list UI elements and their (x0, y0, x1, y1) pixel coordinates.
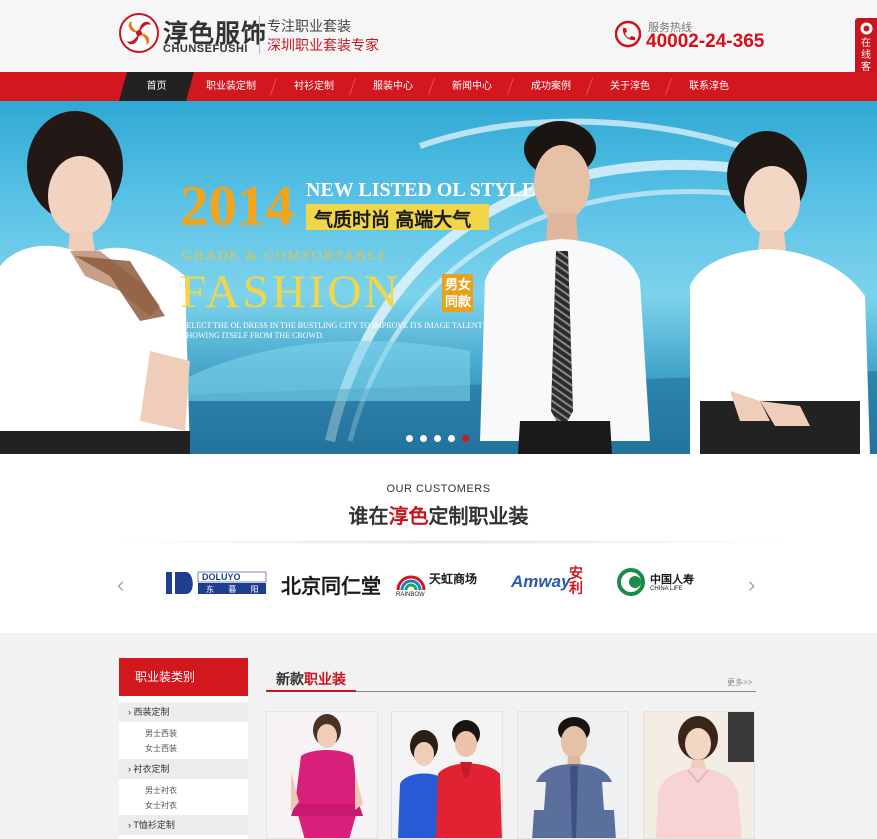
product-card-man-shirt[interactable] (517, 711, 629, 839)
slogan-divider (259, 16, 260, 54)
product-card-polo-couple[interactable] (391, 711, 503, 839)
customers-title-prefix: 谁在 (348, 506, 389, 528)
customer-logo-chinalife[interactable]: 中国人寿 CHINA LIFE (617, 564, 707, 600)
hotline-number: 40002-24-365 (646, 31, 765, 52)
banner-grade: GRADE & COMFORTABLE (182, 249, 389, 264)
doluyo-name: DOLUYO (202, 572, 241, 582)
nav-item-apparel-center[interactable]: 服装中心 (364, 72, 422, 101)
banner-headline: NEW LISTED OL STYLE (306, 179, 536, 201)
customer-logo-rainbow[interactable]: 天虹商场 RAINBOW (396, 564, 488, 600)
chinalife-name: 中国人寿 (650, 574, 694, 586)
category-group-label: 西装定制 (133, 707, 170, 717)
customers-section: OUR CUSTOMERS 谁在淳色定制职业装 ‹ › DOLUYO 东 暮 阳… (0, 454, 877, 633)
tongrentang-name: 北京同仁堂 (281, 574, 381, 598)
products-title: 新款职业装 (276, 669, 346, 689)
category-panel: › 西装定制 男士西装 女士西装 › 衬衣定制 男士衬衣 女士衬衣 › T恤衫定… (119, 696, 248, 839)
banner-tagline: 气质时尚 高端大气 (314, 210, 472, 231)
site-header: 淳色服饰 CHUNSEFUSHI 专注职业套装 深圳职业套装专家 服务热线 40… (0, 0, 877, 72)
customers-title-highlight: 淳色 (388, 506, 429, 528)
nav-separator (664, 78, 678, 95)
slider-dot[interactable] (448, 435, 455, 442)
nav-separator (427, 78, 441, 95)
banner-description: SELECT THE OL DRESS IN THE BUSTLING CITY… (182, 321, 483, 340)
customer-logo-doluyo[interactable]: DOLUYO 东 暮 阳 (164, 564, 268, 600)
nav-item-home[interactable]: 首页 (119, 72, 194, 101)
nav-item-cases[interactable]: 成功案例 (522, 72, 580, 101)
category-group-label: T恤衫定制 (133, 820, 175, 830)
chinalife-emblem-icon (617, 568, 645, 596)
product-image (518, 712, 628, 838)
product-image (392, 712, 502, 838)
banner-fashion: FASHION (180, 266, 402, 318)
products-title-highlight: 职业装 (304, 671, 346, 687)
nav-item-news-center[interactable]: 新闻中心 (443, 72, 501, 101)
customer-logo-amway[interactable]: Amway 安利 (511, 564, 589, 600)
product-image (644, 712, 754, 838)
nav-separator (348, 78, 362, 95)
product-card-woman-pink-shirt[interactable] (643, 711, 755, 839)
banner-gender: 男女同款 (445, 277, 472, 309)
chevron-left-icon[interactable]: ‹ (117, 572, 124, 598)
banner-year: 2014 (180, 175, 294, 238)
category-title: 职业装类别 (119, 658, 248, 696)
brand-name-en: CHUNSEFUSHI (163, 43, 248, 55)
customers-divider (100, 540, 800, 544)
category-group-tshirt[interactable]: › T恤衫定制 (119, 815, 248, 835)
category-group-suit[interactable]: › 西装定制 (119, 702, 248, 722)
products-divider-accent (266, 690, 356, 692)
category-group-shirt[interactable]: › 衬衣定制 (119, 759, 248, 779)
slider-dot[interactable] (434, 435, 441, 442)
rainbow-name: 天虹商场 (429, 572, 478, 586)
more-link[interactable]: 更多>> (727, 677, 752, 688)
chat-icon (860, 22, 873, 35)
category-group-label: 衬衣定制 (133, 764, 170, 774)
slogan-primary: 专注职业套装 (267, 18, 351, 34)
main-nav: 首页 职业装定制 衬衫定制 服装中心 新闻中心 成功案例 关于淳色 联系淳色 (0, 72, 877, 101)
doluyo-sub: 东 暮 阳 (206, 585, 265, 594)
category-item-men-shirt[interactable]: 男士衬衣 (145, 785, 177, 796)
nav-separator (585, 78, 599, 95)
category-item-women-suit[interactable]: 女士西装 (145, 743, 177, 754)
site-logo[interactable]: 淳色服饰 CHUNSEFUSHI (119, 13, 266, 59)
amway-name: Amway (511, 572, 571, 591)
nav-separator (506, 78, 520, 95)
customers-title-cn: 谁在淳色定制职业装 (0, 500, 877, 529)
customers-title-en: OUR CUSTOMERS (386, 483, 491, 495)
rainbow-arc-icon (396, 575, 426, 591)
slogan-secondary: 深圳职业套装专家 (267, 37, 379, 53)
nav-item-contact[interactable]: 联系淳色 (680, 72, 738, 101)
nav-item-shirt-custom[interactable]: 衬衫定制 (285, 72, 343, 101)
chinalife-sub: CHINA LIFE (650, 586, 683, 592)
slider-dot-active[interactable] (462, 435, 469, 442)
logo-swirl-icon (119, 13, 159, 53)
products-title-prefix: 新款 (276, 671, 304, 687)
rainbow-sub: RAINBOW (396, 592, 425, 598)
customer-logo-tongrentang[interactable]: 北京同仁堂 (281, 564, 381, 600)
slider-dot[interactable] (406, 435, 413, 442)
category-item-women-shirt[interactable]: 女士衬衣 (145, 800, 177, 811)
lower-section: 职业装类别 › 西装定制 男士西装 女士西装 › 衬衣定制 男士衬衣 女士衬衣 … (0, 633, 877, 839)
amway-sub: 安利 (569, 565, 583, 596)
chevron-right-icon[interactable]: › (748, 572, 755, 598)
banner-scene (0, 111, 877, 454)
product-card-rose-dress[interactable] (266, 711, 378, 839)
nav-separator (269, 78, 283, 95)
hero-banner[interactable]: 2014 NEW LISTED OL STYLE 气质时尚 高端大气 GRADE… (0, 101, 877, 454)
customers-title-suffix: 定制职业装 (428, 506, 529, 528)
product-image (267, 712, 377, 838)
nav-item-uniform-custom[interactable]: 职业装定制 (200, 72, 262, 101)
nav-item-about[interactable]: 关于淳色 (601, 72, 659, 101)
category-item-men-suit[interactable]: 男士西装 (145, 728, 177, 739)
phone-icon (615, 20, 641, 48)
slider-dot[interactable] (420, 435, 427, 442)
